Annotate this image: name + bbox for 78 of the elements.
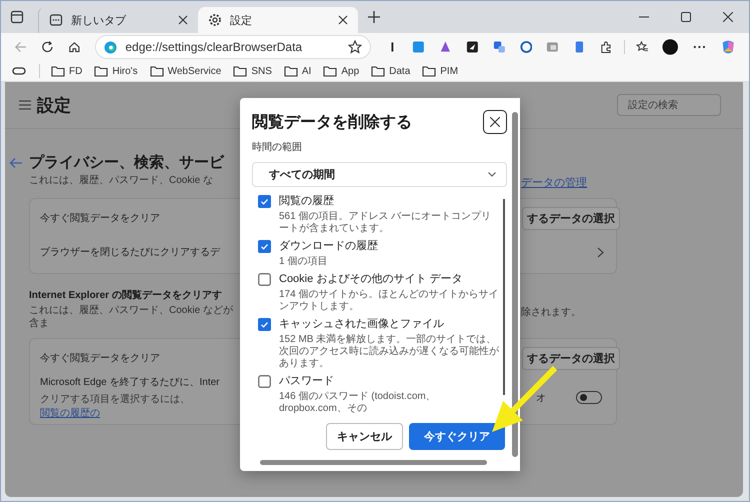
option-label: パスワード <box>279 374 335 388</box>
checkbox[interactable] <box>258 375 271 388</box>
highlight-arrow <box>492 366 558 432</box>
browser-tab[interactable]: 設定 <box>198 7 358 33</box>
extension-icon[interactable] <box>466 40 479 54</box>
dialog-title: 閲覧データを削除する <box>252 112 412 132</box>
gear-icon <box>208 13 222 27</box>
home-icon[interactable] <box>68 40 80 54</box>
bookmark-folder[interactable]: SNS <box>228 65 277 77</box>
bookmark-folder[interactable]: App <box>318 65 364 77</box>
close-icon[interactable] <box>338 15 348 25</box>
field-label: 時間の範囲 <box>252 140 303 154</box>
chevron-down-icon <box>488 172 496 177</box>
setting-label: Microsoft Edge を終了するたびに、Inter <box>40 376 220 389</box>
page-title: 設定 <box>37 94 71 116</box>
option-description: 146 個のパスワード (todoist.com、dropbox.com、その <box>279 391 437 415</box>
tab-page-icon <box>49 13 63 27</box>
option-label: Cookie およびその他のサイト データ <box>279 272 464 286</box>
bookmark-folder[interactable]: PIM <box>417 65 464 77</box>
folder-icon <box>233 65 248 77</box>
bookmark-folder[interactable]: FD <box>46 65 88 77</box>
browser-logo-icon <box>104 40 118 54</box>
puzzle-icon[interactable] <box>600 40 613 54</box>
section-description: これには、履歴、パスワード、Cookie などが含ま <box>29 305 234 330</box>
setting-label: オ <box>536 392 546 404</box>
menu-icon[interactable] <box>19 100 31 110</box>
favorites-icon[interactable] <box>636 40 648 54</box>
new-tab-icon[interactable] <box>368 11 380 23</box>
folder-icon <box>150 65 164 77</box>
address-bar[interactable]: edge://settings/clearBrowserData <box>95 35 371 59</box>
close-icon[interactable] <box>178 15 188 25</box>
setting-note: クリアする項目を選択するには、 閲覧の履歴の <box>40 393 191 420</box>
chevron-right-icon[interactable] <box>597 246 604 258</box>
setting-label: 今すぐ閲覧データをクリア <box>40 212 161 225</box>
description-text: 除されます。 <box>521 306 582 319</box>
cancel-button[interactable]: キャンセル <box>326 423 403 450</box>
toggle-switch[interactable] <box>576 391 602 404</box>
checkbox[interactable] <box>258 318 271 331</box>
checkbox[interactable] <box>258 195 271 208</box>
section-description: これには、履歴、パスワード、Cookie な <box>29 175 214 188</box>
vertical-scrollbar[interactable] <box>512 112 518 457</box>
clear-now-button[interactable]: 今すぐクリア <box>409 423 505 450</box>
folder-icon <box>94 65 108 77</box>
option-description: 561 個の項目。アドレス バーにオートコンプリートが含まれています。 <box>279 211 492 235</box>
choose-data-button[interactable]: するデータの選択 <box>522 346 620 370</box>
setting-label: ブラウザーを閉じるたびにクリアするデ <box>40 246 222 259</box>
close-icon <box>490 117 500 127</box>
option-label: ダウンロードの履歴 <box>279 239 378 253</box>
tab-actions-icon[interactable] <box>10 10 24 24</box>
folder-icon <box>323 65 338 77</box>
time-range-dropdown[interactable]: すべての期間 <box>252 162 507 187</box>
profile-icon[interactable] <box>662 38 679 56</box>
star-icon[interactable] <box>348 40 362 54</box>
bookmark-folder[interactable]: Data <box>366 65 416 77</box>
bookmark-folder[interactable]: AI <box>278 65 316 77</box>
folder-icon <box>371 65 386 77</box>
option-description: 152 MB 未満を解放します。一部のサイトでは、次回のアクセス時に読み込みが遅くなる可能性があります。 <box>279 334 500 370</box>
close-button[interactable] <box>483 110 507 134</box>
maximize-icon[interactable] <box>681 12 691 22</box>
section-heading: Internet Explorer の閲覧データをクリアす <box>29 288 222 302</box>
option-description: 174 個のサイトから。ほとんどのサイトからサインアウトします。 <box>279 289 500 313</box>
option-description: 1 個の項目 <box>279 256 328 268</box>
search-field[interactable]: 設定の検索 <box>617 94 721 116</box>
folder-icon <box>422 65 436 77</box>
choose-data-button[interactable]: するデータの選択 <box>522 206 620 230</box>
folder-icon <box>51 65 65 77</box>
close-icon[interactable] <box>723 12 733 22</box>
refresh-icon[interactable] <box>40 40 54 54</box>
option-label: 閲覧の履歴 <box>279 194 335 208</box>
page-heading: プライバシー、検索、サービ <box>29 153 224 172</box>
bookmark-folder[interactable]: WebService <box>144 65 226 77</box>
option-label: キャッシュされた画像とファイル <box>279 317 445 331</box>
setting-label: 今すぐ閲覧データをクリア <box>40 352 161 365</box>
bookmark-folder[interactable]: Hiro's <box>89 65 143 77</box>
checkbox[interactable] <box>258 273 271 286</box>
horizontal-scrollbar[interactable] <box>260 460 487 465</box>
checkbox[interactable] <box>258 240 271 253</box>
folder-icon <box>284 65 298 77</box>
